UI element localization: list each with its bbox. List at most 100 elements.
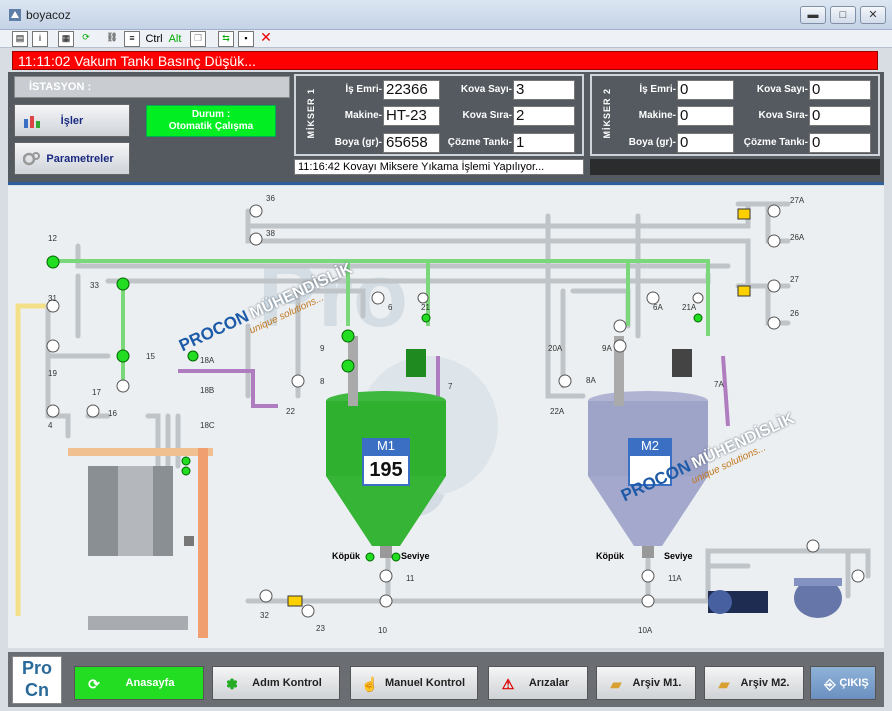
svg-text:11A: 11A bbox=[668, 574, 682, 583]
m2-bucket-count-label: Kova Sayı- bbox=[756, 84, 808, 95]
svg-text:7A: 7A bbox=[714, 380, 724, 389]
minimize-button[interactable]: ▬ bbox=[800, 6, 826, 24]
properties-icon[interactable]: ▤ bbox=[12, 31, 28, 47]
m2-dissolve-tank-label: Çözme Tankı- bbox=[743, 137, 808, 148]
svg-text:17: 17 bbox=[92, 388, 101, 397]
m2-paint-field[interactable]: 0 bbox=[677, 133, 734, 153]
svg-text:32: 32 bbox=[260, 611, 269, 620]
svg-text:8A: 8A bbox=[586, 376, 596, 385]
m2-bucket-count-field[interactable]: 0 bbox=[809, 80, 871, 100]
svg-text:36: 36 bbox=[266, 194, 275, 203]
pump bbox=[708, 590, 768, 614]
procon-logo: Pro Cn bbox=[12, 656, 62, 704]
m1-bucket-order-field[interactable]: 2 bbox=[513, 106, 575, 126]
parameters-button[interactable]: Parametreler bbox=[14, 142, 130, 175]
svg-text:18C: 18C bbox=[200, 421, 215, 430]
refresh-icon[interactable]: ⟳ bbox=[78, 31, 94, 47]
status-badge: Durum : Otomatik Çalışma bbox=[146, 105, 276, 137]
svg-text:22: 22 bbox=[286, 407, 295, 416]
archive-m1-label: Arşiv M1. bbox=[632, 677, 682, 689]
faults-label: Arızalar bbox=[528, 677, 570, 689]
svg-text:26A: 26A bbox=[790, 233, 805, 242]
m1-bucket-count-field[interactable]: 3 bbox=[513, 80, 575, 100]
svg-text:26: 26 bbox=[790, 309, 799, 318]
m1-paint-field[interactable]: 65658 bbox=[383, 133, 440, 153]
m1-paint-label: Boya (gr)- bbox=[334, 137, 382, 148]
svg-text:27A: 27A bbox=[790, 196, 805, 205]
m2-foam-label: Köpük bbox=[596, 551, 624, 561]
m2-paint-label: Boya (gr)- bbox=[628, 137, 676, 148]
svg-text:21A: 21A bbox=[682, 303, 697, 312]
svg-text:18B: 18B bbox=[200, 386, 214, 395]
tank-small bbox=[794, 578, 842, 618]
svg-text:16: 16 bbox=[108, 409, 117, 418]
manual-control-label: Manuel Kontrol bbox=[384, 677, 466, 689]
process-diagram: Pro C bbox=[8, 186, 884, 648]
window-title: boyacoz bbox=[26, 8, 71, 22]
m1-machine-field[interactable]: HT-23 bbox=[383, 106, 440, 126]
m2-work-order-field[interactable]: 0 bbox=[677, 80, 734, 100]
m2-level-label: Seviye bbox=[664, 551, 693, 561]
m2-work-order-label: İş Emri- bbox=[639, 84, 676, 95]
jobs-label: İşler bbox=[60, 115, 84, 127]
exit-button[interactable]: ⎆ ÇIKIŞ bbox=[810, 666, 876, 700]
delete-icon[interactable]: ✕ bbox=[258, 30, 274, 47]
home-button[interactable]: ⟳ Anasayfa bbox=[74, 666, 204, 700]
m1-dissolve-tank-field[interactable]: 1 bbox=[513, 133, 575, 153]
app-icon bbox=[9, 9, 21, 21]
m1-dissolve-tank-label: Çözme Tankı- bbox=[447, 137, 512, 148]
process-svg: Pro C bbox=[15, 194, 871, 638]
grid-icon[interactable]: ▦ bbox=[58, 31, 74, 47]
manual-control-button[interactable]: ☝ Manuel Kontrol bbox=[350, 666, 478, 700]
svg-text:9A: 9A bbox=[602, 344, 612, 353]
archive-m1-button[interactable]: ▰ Arşiv M1. bbox=[596, 666, 696, 700]
status-value: Otomatik Çalışma bbox=[168, 121, 254, 132]
svg-text:27: 27 bbox=[790, 275, 799, 284]
save-icon[interactable]: ▪ bbox=[238, 31, 254, 47]
m1-level-label: Seviye bbox=[401, 551, 430, 561]
m2-machine-field[interactable]: 0 bbox=[677, 106, 734, 126]
m1-bucket-count-label: Kova Sayı- bbox=[460, 84, 512, 95]
archive-m2-label: Arşiv M2. bbox=[740, 677, 790, 689]
faults-button[interactable]: ⚠ Arızalar bbox=[488, 666, 588, 700]
copy-icon[interactable]: ❐ bbox=[190, 31, 206, 47]
jobs-button[interactable]: İşler bbox=[14, 104, 130, 137]
svg-text:4: 4 bbox=[48, 421, 53, 430]
m2-bucket-order-field[interactable]: 0 bbox=[809, 106, 871, 126]
svg-text:19: 19 bbox=[48, 369, 57, 378]
m1-machine-label: Makine- bbox=[344, 110, 382, 121]
svg-text:10A: 10A bbox=[638, 626, 653, 635]
m1-value: 195 bbox=[362, 454, 410, 486]
export-icon[interactable]: ⇆ bbox=[218, 31, 234, 47]
m2-message bbox=[590, 159, 880, 175]
document-icon[interactable]: ≡ bbox=[124, 31, 140, 47]
dissolve-tank bbox=[68, 448, 213, 638]
m2-dissolve-tank-field[interactable]: 0 bbox=[809, 133, 871, 153]
svg-text:15: 15 bbox=[146, 352, 155, 361]
svg-text:10: 10 bbox=[378, 626, 387, 635]
status-title: Durum : bbox=[191, 109, 231, 120]
svg-text:21: 21 bbox=[421, 303, 430, 312]
svg-text:6A: 6A bbox=[653, 303, 663, 312]
svg-text:23: 23 bbox=[316, 624, 325, 633]
home-label: Anasayfa bbox=[125, 677, 175, 689]
mixer2-label: MİKSER 2 bbox=[602, 88, 612, 139]
ctrl-key[interactable]: Ctrl bbox=[144, 31, 164, 47]
chain-icon[interactable]: ⛓ bbox=[104, 31, 120, 47]
alarm-banner: 11:11:02 Vakum Tankı Basınç Düşük... bbox=[12, 51, 878, 70]
step-control-label: Adım Kontrol bbox=[252, 677, 322, 689]
close-button[interactable]: ✕ bbox=[860, 6, 886, 24]
parameters-label: Parametreler bbox=[46, 153, 114, 165]
m1-work-order-field[interactable]: 22366 bbox=[383, 80, 440, 100]
exit-label: ÇIKIŞ bbox=[839, 677, 869, 689]
m2-bucket-order-label: Kova Sıra- bbox=[758, 110, 808, 121]
info-icon[interactable]: i bbox=[32, 31, 48, 47]
m1-work-order-label: İş Emri- bbox=[345, 84, 382, 95]
archive-m2-button[interactable]: ▰ Arşiv M2. bbox=[704, 666, 804, 700]
m1-message: 11:16:42 Kovayı Miksere Yıkama İşlemi Ya… bbox=[294, 159, 584, 175]
title-bar: boyacoz ▬ □ ✕ bbox=[0, 0, 892, 30]
m1-foam-label: Köpük bbox=[332, 551, 360, 561]
maximize-button[interactable]: □ bbox=[830, 6, 856, 24]
step-control-button[interactable]: ✽ Adım Kontrol bbox=[212, 666, 340, 700]
alt-key[interactable]: Alt bbox=[166, 31, 184, 47]
